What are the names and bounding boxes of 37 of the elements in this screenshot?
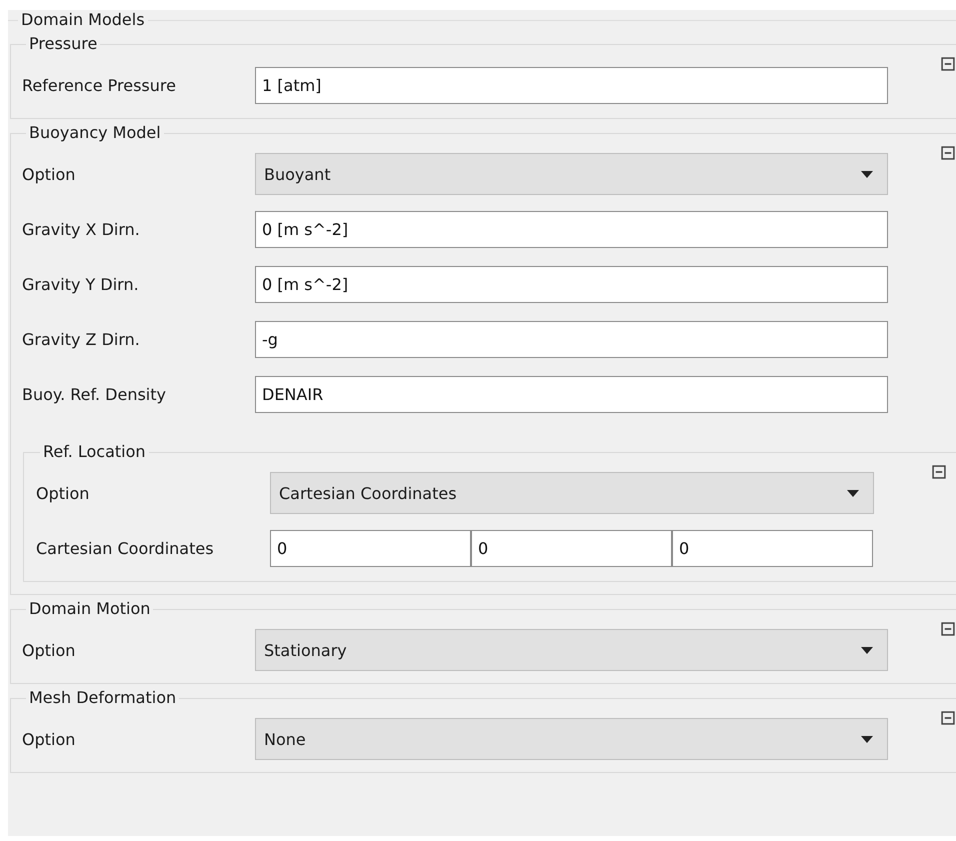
field-label: Reference Pressure <box>22 76 177 94</box>
field-label: Cartesian Coordinates <box>36 538 215 558</box>
dropdown[interactable]: Stationary <box>255 629 888 671</box>
group-title: Pressure <box>28 34 98 54</box>
group-title: Buoyancy Model <box>28 123 162 143</box>
group-title: Domain Motion <box>28 599 152 619</box>
input-field[interactable]: 0 [m s^-2] <box>255 210 888 248</box>
field-label: Option <box>36 484 90 502</box>
field-label: Gravity Y Dirn. <box>22 274 140 294</box>
field-label: Option <box>22 730 76 748</box>
group-title: Ref. Location <box>42 442 147 462</box>
caret-icon <box>861 646 873 654</box>
dropdown[interactable]: Cartesian Coordinates <box>270 472 874 514</box>
panel-title: Domain Models <box>20 10 146 30</box>
group-title: Mesh Deformation <box>28 688 178 708</box>
caret-icon <box>861 170 873 178</box>
collapse-icon[interactable] <box>941 622 955 636</box>
collapse-icon[interactable] <box>941 57 955 71</box>
field-label: Gravity X Dirn. <box>22 220 141 238</box>
dropdown[interactable]: Buoyant <box>255 153 888 195</box>
input-field[interactable]: DENAIR <box>255 376 888 412</box>
input-field[interactable]: 1 [atm] <box>255 66 888 104</box>
field-label: Option <box>22 164 76 184</box>
input-field[interactable]: 0 [m s^-2] <box>255 266 888 302</box>
caret-icon <box>861 736 873 742</box>
field-label: Gravity Z Dirn. <box>22 330 141 348</box>
input-field[interactable]: -g <box>255 320 888 358</box>
collapse-icon[interactable] <box>941 146 955 160</box>
field-label: Option <box>22 640 76 660</box>
input-field[interactable]: 0 <box>471 530 672 566</box>
input-field[interactable]: 0 <box>270 530 471 566</box>
field-label: Buoy. Ref. Density <box>22 384 167 404</box>
input-field[interactable]: 0 <box>672 530 873 566</box>
collapse-icon[interactable] <box>941 711 955 725</box>
caret-icon <box>847 490 859 496</box>
dropdown[interactable]: None <box>255 718 888 760</box>
collapse-icon[interactable] <box>932 465 946 479</box>
